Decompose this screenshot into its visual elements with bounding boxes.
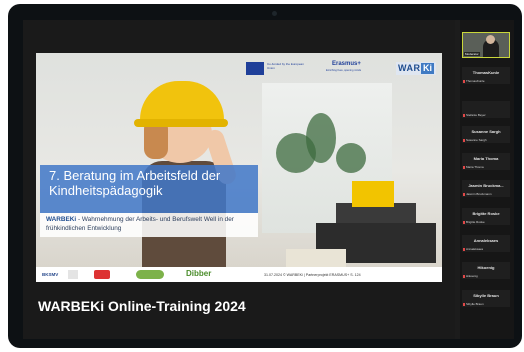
- partner-logo: [68, 270, 78, 279]
- eu-flag-icon: [246, 62, 264, 75]
- eu-funding-text: Co-funded by the European Union: [267, 62, 304, 70]
- plant-decor: [306, 113, 336, 163]
- participant-sidebar[interactable]: Moderator ThomasKunle ThomasKunle Stefan…: [460, 20, 514, 339]
- participant-video-name: Moderator: [464, 52, 480, 56]
- slide-subtitle-box: WARBEKi - Wahrnehmung der Arbeits- und B…: [40, 213, 258, 237]
- muted-mic-label: ThomasKunle: [463, 79, 485, 83]
- slide-footer: BKSMV Dibber 31.07.2024 © WARBEKi | Part…: [36, 267, 442, 282]
- toolbox: [352, 181, 394, 207]
- partner-logo-green: [136, 270, 164, 279]
- wooden-blocks: [286, 249, 346, 267]
- participant-video-tile[interactable]: Moderator: [462, 32, 510, 58]
- participant-tile[interactable]: Stefanie Beyer: [462, 101, 510, 118]
- erasmus-logo: Erasmus+: [332, 61, 361, 67]
- participant-name: Maria Thoma: [473, 156, 499, 161]
- participant-name: Susanne Sargh: [471, 129, 501, 134]
- plant-decor: [336, 143, 366, 173]
- warbeki-logo-ki: Ki: [421, 63, 434, 74]
- muted-mic-label: Maria Thoma: [463, 165, 484, 169]
- meeting-screen: Co-funded by the European Union Erasmus+…: [23, 20, 514, 339]
- hard-hat-rim: [134, 119, 228, 127]
- subtitle-brand: WARBEKi: [46, 216, 77, 223]
- partner-logo-bksmv: BKSMV: [42, 272, 59, 277]
- participant-tile[interactable]: Susanne Sargh Susanne Sargh: [462, 126, 510, 143]
- partner-logo-bar: Co-funded by the European Union Erasmus+…: [246, 61, 436, 77]
- muted-mic-label: Jasmin Bruckmann: [463, 192, 492, 196]
- partner-logo-crest: [94, 270, 110, 279]
- shared-screen-area[interactable]: Co-funded by the European Union Erasmus+…: [23, 20, 455, 339]
- slide-title: 7. Beratung im Arbeitsfeld der Kindheits…: [49, 168, 221, 198]
- muted-mic-label: Sibylle Braun: [463, 302, 484, 306]
- participant-tile[interactable]: Brigitte Roske Brigitte Roske: [462, 208, 510, 225]
- participant-name: Hikoenig: [477, 265, 495, 270]
- participant-name: Brigitte Roske: [472, 211, 500, 216]
- participant-tile[interactable]: Hikoenig Hikoenig: [462, 262, 510, 279]
- muted-mic-label: Brigitte Roske: [463, 220, 485, 224]
- muted-mic-label: Hikoenig: [463, 274, 478, 278]
- camera-dot: [272, 11, 277, 16]
- slide-subtitle: WARBEKi - Wahrnehmung der Arbeits- und B…: [46, 215, 256, 233]
- participant-name: ThomasKunle: [472, 70, 500, 75]
- muted-mic-label: Annaleksaes: [463, 247, 483, 251]
- slide-footnote: 31.07.2024 © WARBEKi | Partnerprojekt ER…: [264, 273, 361, 277]
- participant-tile[interactable]: ThomasKunle ThomasKunle: [462, 67, 510, 84]
- muted-mic-label: Susanne Sargh: [463, 138, 487, 142]
- participant-tile[interactable]: Annaleksaes Annaleksaes: [462, 235, 510, 252]
- participant-tile[interactable]: Sibylle Braun Sibylle Braun: [462, 290, 510, 307]
- presentation-slide: Co-funded by the European Union Erasmus+…: [36, 53, 442, 282]
- muted-mic-label: Stefanie Beyer: [463, 113, 486, 117]
- erasmus-tagline: Enriching lives, opening minds: [326, 69, 362, 72]
- partner-logo-dibber: Dibber: [186, 269, 212, 278]
- participant-name: Sibylle Braun: [473, 293, 499, 298]
- participant-head: [486, 35, 495, 44]
- warbeki-logo: WARBE Ki: [396, 62, 436, 75]
- participant-name: Jasmin Bruckma...: [468, 183, 504, 188]
- participant-tile[interactable]: Maria Thoma Maria Thoma: [462, 153, 510, 170]
- participant-name: Annaleksaes: [473, 238, 499, 243]
- video-caption: WARBEKi Online-Training 2024: [38, 298, 246, 314]
- participant-tile[interactable]: Jasmin Bruckma... Jasmin Bruckmann: [462, 180, 510, 197]
- slide-title-box: 7. Beratung im Arbeitsfeld der Kindheits…: [40, 165, 258, 213]
